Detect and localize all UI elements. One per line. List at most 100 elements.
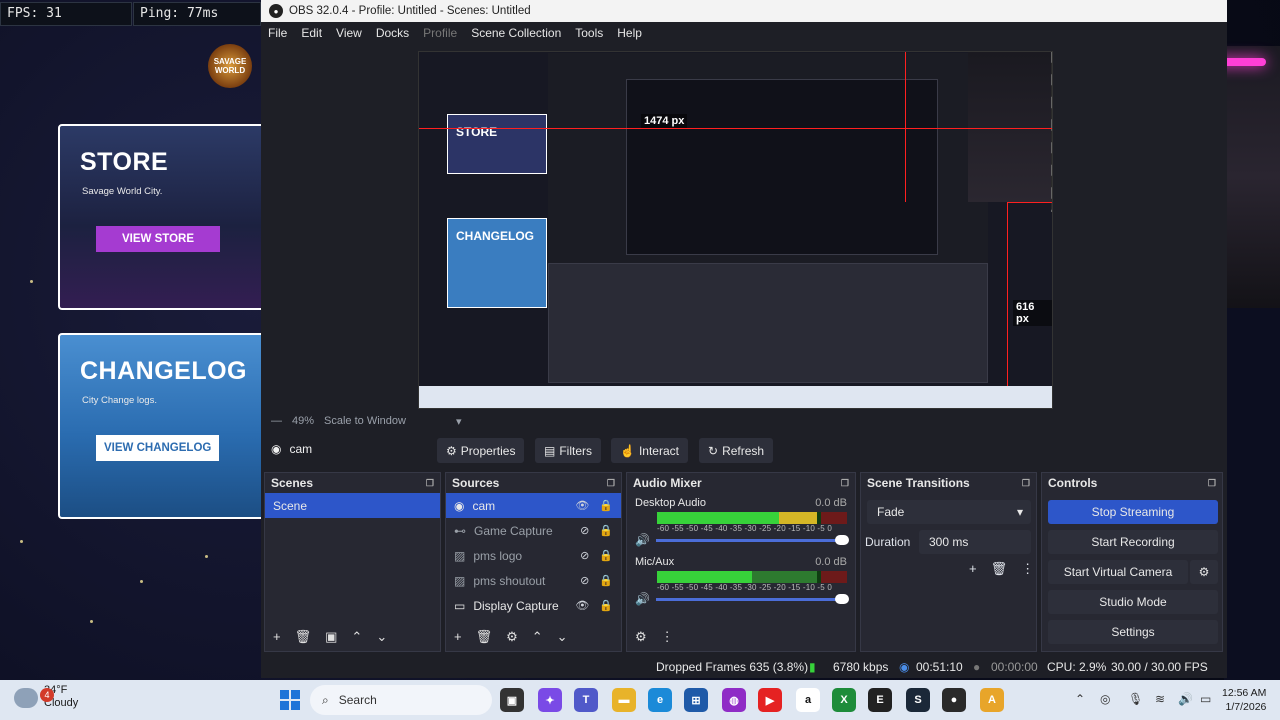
start-virtual-camera-button[interactable]: Start Virtual Camera bbox=[1048, 560, 1188, 584]
trash-icon[interactable]: 🗑 bbox=[991, 561, 1008, 577]
trash-icon[interactable]: 🗑 bbox=[295, 629, 312, 645]
zoom-percent[interactable]: 49% bbox=[292, 415, 314, 427]
network-app-icon[interactable]: ◎ bbox=[1100, 692, 1110, 706]
move-down-icon[interactable]: ⌄ bbox=[376, 629, 387, 645]
lock-icon[interactable]: 🔒 bbox=[599, 549, 613, 562]
source-item-pms-shoutout[interactable]: ▨ pms shoutout ⊘ 🔒 bbox=[446, 568, 621, 593]
filter-icon: ▤ bbox=[544, 443, 556, 458]
obs-taskbar-icon[interactable]: ● bbox=[942, 688, 966, 712]
source-item-pms-logo[interactable]: ▨ pms logo ⊘ 🔒 bbox=[446, 543, 621, 568]
lock-icon[interactable]: 🔒 bbox=[599, 499, 613, 512]
mixer-settings-icon[interactable]: ⚙ bbox=[635, 629, 647, 645]
view-store-button[interactable]: VIEW STORE bbox=[96, 226, 220, 252]
trash-icon[interactable]: 🗑 bbox=[476, 629, 493, 645]
virtual-camera-settings-icon[interactable]: ⚙ bbox=[1190, 560, 1218, 584]
start-button[interactable] bbox=[280, 690, 300, 710]
microphone-icon[interactable]: 🎙 bbox=[1128, 692, 1143, 706]
weather-widget[interactable]: 4 34°F Cloudy bbox=[14, 684, 78, 710]
menu-tools[interactable]: Tools bbox=[568, 26, 610, 40]
amazon-icon[interactable]: a bbox=[796, 688, 820, 712]
taskbar-clock[interactable]: 12:56 AM 1/7/2026 bbox=[1222, 686, 1266, 714]
source-item-cam[interactable]: ◉ cam 👁 🔒 bbox=[446, 493, 621, 518]
epic-games-icon[interactable]: E bbox=[868, 688, 892, 712]
undock-icon[interactable]: ❐ bbox=[841, 478, 849, 489]
preview-area[interactable]: STORE CHANGELOG 1474 px 616 px bbox=[261, 44, 1227, 410]
eye-hidden-icon[interactable]: ⊘ bbox=[580, 524, 589, 537]
move-up-icon[interactable]: ⌃ bbox=[351, 629, 362, 645]
interact-button[interactable]: ☝ Interact bbox=[611, 438, 688, 463]
wifi-icon[interactable]: ≋ bbox=[1155, 692, 1165, 706]
move-up-icon[interactable]: ⌃ bbox=[532, 629, 543, 645]
source-item-display-capture[interactable]: ▭ Display Capture 👁 🔒 bbox=[446, 593, 621, 618]
menu-scene-collection[interactable]: Scene Collection bbox=[464, 26, 568, 40]
scene-filter-icon[interactable]: ▣ bbox=[325, 629, 337, 645]
menu-docks[interactable]: Docks bbox=[369, 26, 416, 40]
taskbar-search[interactable]: ⌕ Search bbox=[310, 685, 492, 715]
undock-icon[interactable]: ❐ bbox=[1208, 478, 1216, 489]
guide-line bbox=[905, 52, 906, 202]
eye-hidden-icon[interactable]: ⊘ bbox=[580, 574, 589, 587]
add-icon[interactable]: + bbox=[454, 629, 462, 645]
menu-view[interactable]: View bbox=[329, 26, 369, 40]
edge-icon[interactable]: e bbox=[648, 688, 672, 712]
menu-help[interactable]: Help bbox=[610, 26, 649, 40]
volume-slider[interactable]: 🔊 bbox=[635, 592, 849, 606]
filters-label: Filters bbox=[559, 443, 593, 458]
store-icon[interactable]: ⊞ bbox=[684, 688, 708, 712]
menu-file[interactable]: File bbox=[261, 26, 294, 40]
volume-slider[interactable]: 🔊 bbox=[635, 533, 849, 547]
gear-icon[interactable]: ⚙ bbox=[506, 629, 518, 645]
selected-source-name: cam bbox=[289, 442, 313, 456]
add-icon[interactable]: + bbox=[273, 629, 281, 645]
task-view-icon[interactable]: ▣ bbox=[500, 688, 524, 712]
speaker-icon[interactable]: 🔊 bbox=[635, 592, 650, 606]
menu-edit[interactable]: Edit bbox=[294, 26, 329, 40]
more-icon[interactable]: ⋮ bbox=[661, 629, 674, 645]
lock-icon[interactable]: 🔒 bbox=[599, 524, 613, 537]
view-changelog-button[interactable]: VIEW CHANGELOG bbox=[96, 435, 220, 461]
eye-hidden-icon[interactable]: ⊘ bbox=[580, 549, 589, 562]
volume-icon[interactable]: 🔊 bbox=[1178, 692, 1193, 706]
add-icon[interactable]: + bbox=[969, 561, 977, 577]
teams-icon[interactable]: T bbox=[574, 688, 598, 712]
vpn-icon[interactable]: ◍ bbox=[722, 688, 746, 712]
track-name: Desktop Audio bbox=[635, 497, 706, 509]
program-preview[interactable]: STORE CHANGELOG 1474 px 616 px bbox=[418, 51, 1053, 409]
undock-icon[interactable]: ❐ bbox=[607, 478, 615, 489]
chevron-up-icon[interactable]: ⌃ bbox=[1075, 692, 1085, 706]
menu-profile[interactable]: Profile bbox=[416, 26, 464, 40]
scene-item[interactable]: Scene bbox=[265, 493, 440, 518]
filters-button[interactable]: ▤ Filters bbox=[535, 438, 602, 463]
start-recording-button[interactable]: Start Recording bbox=[1048, 530, 1218, 554]
refresh-button[interactable]: ↻ Refresh bbox=[699, 438, 774, 463]
battery-icon[interactable]: ▭ bbox=[1200, 692, 1211, 706]
eye-icon[interactable]: 👁 bbox=[575, 499, 589, 512]
lock-icon[interactable]: 🔒 bbox=[599, 574, 613, 587]
settings-button[interactable]: Settings bbox=[1048, 620, 1218, 644]
more-icon[interactable]: ⋮ bbox=[1021, 561, 1034, 577]
studio-mode-button[interactable]: Studio Mode bbox=[1048, 590, 1218, 614]
window-titlebar[interactable]: ● OBS 32.0.4 - Profile: Untitled - Scene… bbox=[261, 0, 1227, 22]
steam-icon[interactable]: S bbox=[906, 688, 930, 712]
properties-button[interactable]: ⚙ Properties bbox=[437, 438, 525, 463]
duration-input[interactable]: 300 ms bbox=[919, 530, 1031, 554]
camera-icon: ◉ bbox=[271, 442, 282, 456]
zoom-dropdown-icon[interactable]: ▾ bbox=[456, 415, 462, 428]
app-icon[interactable]: A bbox=[980, 688, 1004, 712]
stop-streaming-button[interactable]: Stop Streaming bbox=[1048, 500, 1218, 524]
youtube-icon[interactable]: ▶ bbox=[758, 688, 782, 712]
source-item-game-capture[interactable]: ⊷ Game Capture ⊘ 🔒 bbox=[446, 518, 621, 543]
star-decoration bbox=[30, 280, 33, 283]
lock-icon[interactable]: 🔒 bbox=[599, 599, 613, 612]
undock-icon[interactable]: ❐ bbox=[426, 478, 434, 489]
move-down-icon[interactable]: ⌄ bbox=[557, 629, 568, 645]
copilot-icon[interactable]: ✦ bbox=[538, 688, 562, 712]
duration-value: 300 ms bbox=[929, 535, 969, 549]
undock-icon[interactable]: ❐ bbox=[1022, 478, 1030, 489]
eye-icon[interactable]: 👁 bbox=[575, 599, 589, 612]
speaker-icon[interactable]: 🔊 bbox=[635, 533, 650, 547]
zoom-mode[interactable]: Scale to Window bbox=[324, 415, 406, 427]
transition-select[interactable]: Fade ▾ bbox=[867, 500, 1031, 524]
xbox-icon[interactable]: X bbox=[832, 688, 856, 712]
file-explorer-icon[interactable]: ▬ bbox=[612, 688, 636, 712]
